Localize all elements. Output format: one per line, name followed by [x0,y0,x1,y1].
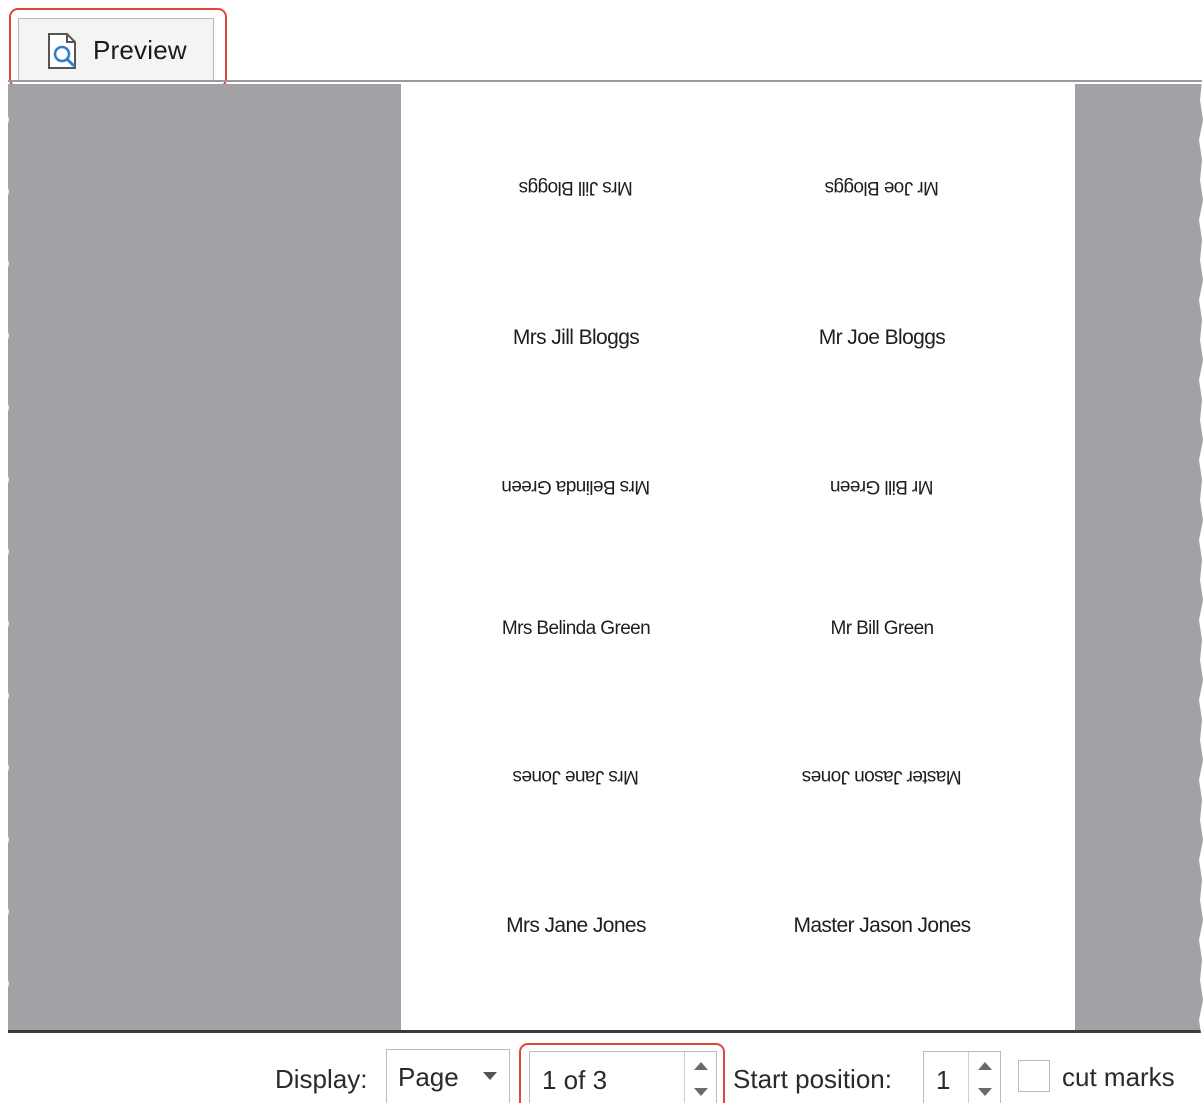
preview-area[interactable]: Mrs Jill Bloggs Mr Joe Bloggs Mrs Jill B… [8,84,1204,1030]
torn-edge-left [0,84,9,1030]
spin-down-icon[interactable] [969,1079,1000,1103]
page-number-value: 1 of 3 [542,1065,608,1095]
label-flipped: Mrs Jane Jones [513,766,639,787]
page-spinner-buttons [684,1052,716,1103]
display-select[interactable]: Page [386,1049,510,1103]
cut-marks-label: cut marks [1062,1062,1175,1092]
chevron-down-icon [483,1072,497,1080]
display-label: Display: [275,1064,368,1094]
document-magnifier-icon [45,32,81,70]
start-position-spinner[interactable]: 1 [923,1051,1001,1103]
spin-up-icon[interactable] [969,1052,1000,1079]
torn-edge-right [1199,0,1204,1103]
label: Mr Bill Green [830,618,934,639]
spin-up-icon[interactable] [685,1052,716,1079]
preview-page: Mrs Jill Bloggs Mr Joe Bloggs Mrs Jill B… [401,84,1075,1030]
label: Mr Joe Bloggs [818,326,946,349]
label: Master Jason Jones [793,914,971,937]
label-flipped: Mr Bill Green [830,476,934,497]
label-flipped: Master Jason Jones [802,766,962,787]
cut-marks-checkbox[interactable] [1018,1060,1050,1092]
label-flipped: Mrs Jill Bloggs [519,177,633,198]
display-select-value: Page [398,1062,459,1092]
label: Mrs Jane Jones [506,914,646,937]
start-position-spinner-buttons [968,1052,1000,1103]
spin-down-icon[interactable] [685,1079,716,1103]
start-position-label: Start position: [733,1064,892,1094]
tab-bar-divider [8,80,1204,82]
label-preview-window: Preview Mrs Jill Bloggs Mr Joe Bloggs Mr… [0,0,1204,1103]
tab-bar: Preview [0,0,1204,88]
label: Mrs Belinda Green [501,618,651,639]
label-flipped: Mr Joe Bloggs [825,177,939,198]
page-number-spinner[interactable]: 1 of 3 [529,1051,717,1103]
start-position-value: 1 [936,1065,951,1095]
tab-preview-label: Preview [93,35,187,65]
tab-preview[interactable]: Preview [18,18,214,82]
label-flipped: Mrs Belinda Green [501,476,651,497]
bottom-toolbar: Display: Page 1 of 3 Start position: 1 c… [0,1033,1204,1103]
label: Mrs Jill Bloggs [512,326,640,349]
